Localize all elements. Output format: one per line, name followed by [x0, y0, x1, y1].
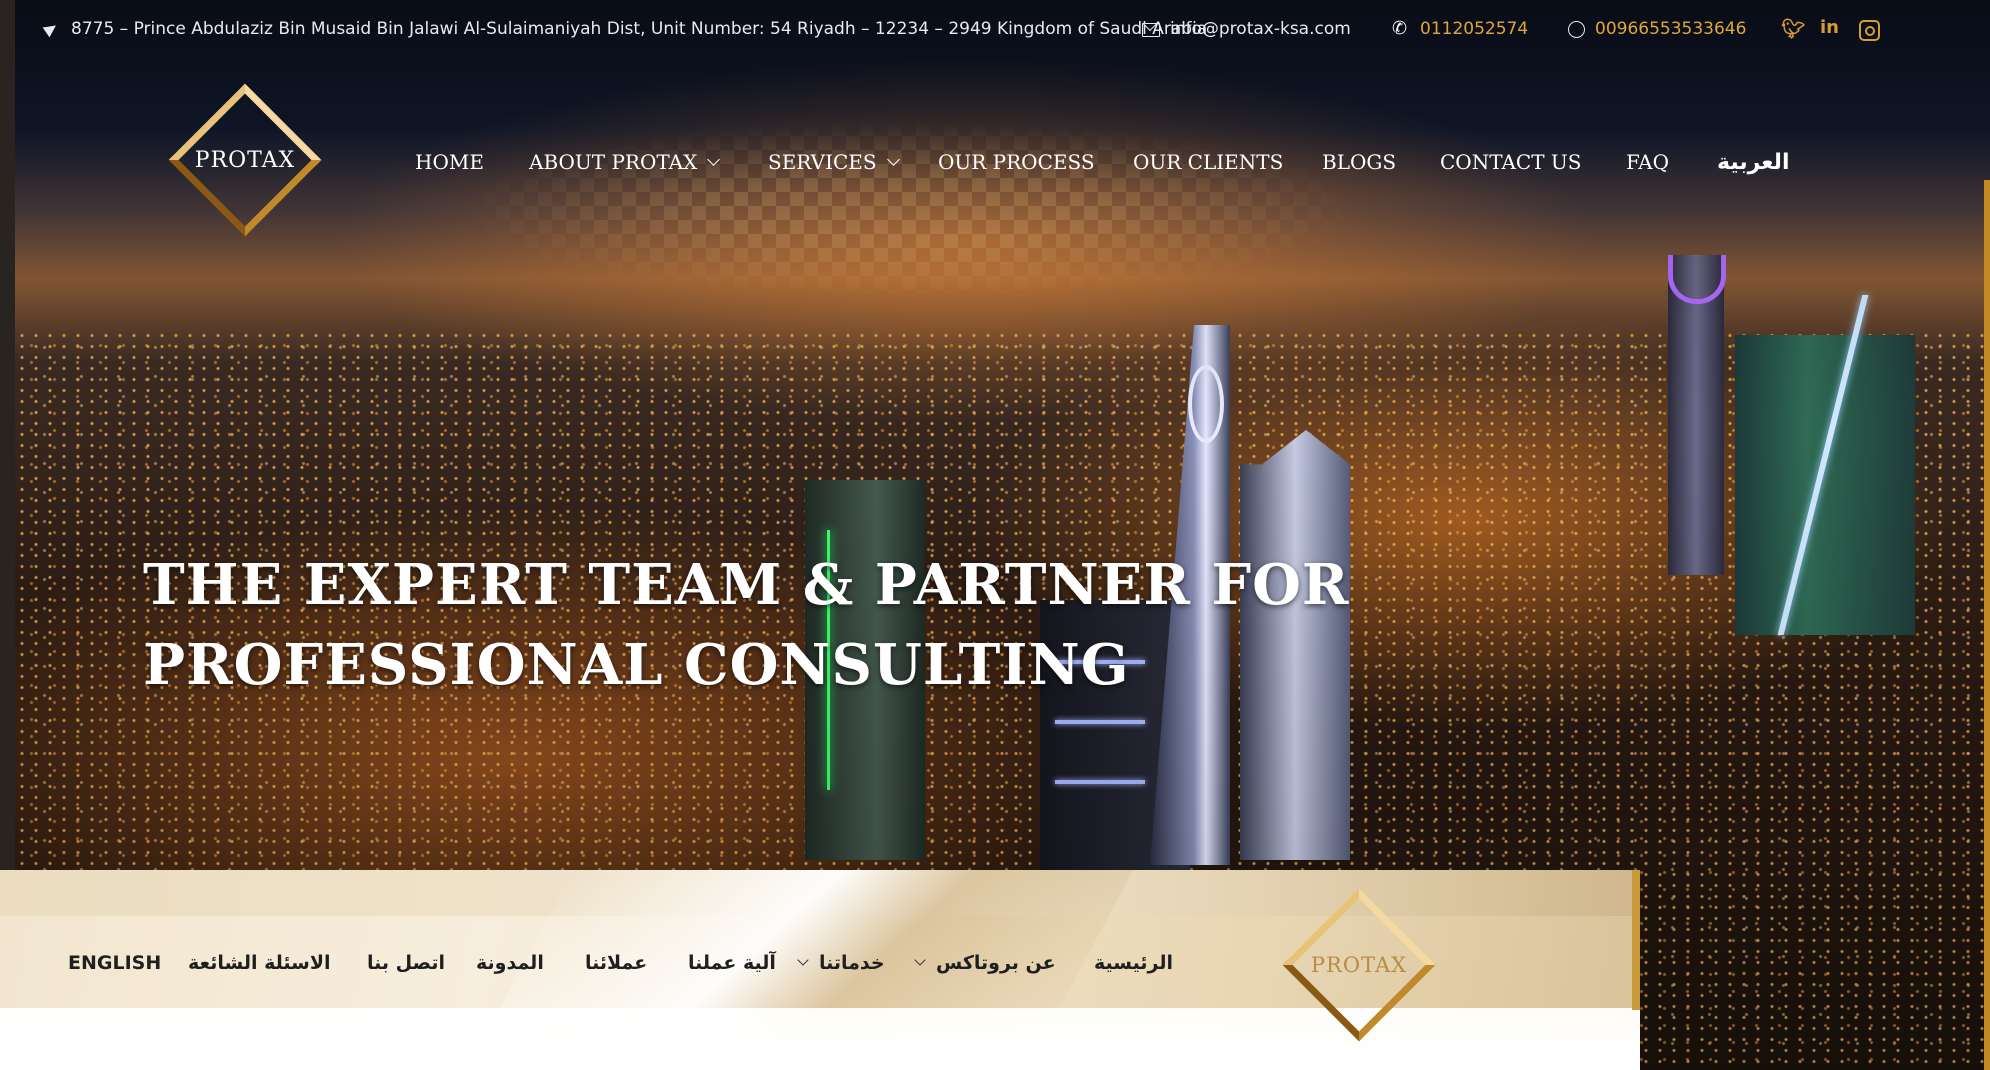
chevron-down-icon	[914, 954, 926, 966]
address-item: 8775 – Prince Abdulaziz Bin Musaid Bin J…	[43, 19, 1207, 39]
main-nav: HOME ABOUT PROTAX SERVICES OUR PROCESS O…	[0, 150, 1990, 180]
nav-process[interactable]: OUR PROCESS	[938, 150, 1095, 174]
nav-services-label: SERVICES	[768, 150, 877, 174]
strip-nav-services[interactable]: خدماتنا	[797, 952, 885, 974]
phone-link[interactable]: 0112052574	[1420, 19, 1528, 39]
chevron-down-icon	[797, 954, 809, 966]
nav-services[interactable]: SERVICES	[768, 150, 900, 174]
strip-nav-english[interactable]: ENGLISH	[68, 952, 161, 974]
nav-home[interactable]: HOME	[415, 150, 484, 174]
email-link[interactable]: info@protax-ksa.com	[1170, 19, 1351, 39]
nav-about[interactable]: ABOUT PROTAX	[529, 150, 721, 174]
protax-logo-sticky[interactable]: PROTAX	[1282, 888, 1436, 1042]
hero-headline: THE EXPERT TEAM & PARTNER FOR PROFESSION…	[143, 545, 1349, 705]
chevron-down-icon	[707, 152, 721, 166]
location-icon	[43, 20, 61, 38]
whatsapp-icon	[1568, 20, 1585, 38]
strip-nav-process[interactable]: آلية عملنا	[688, 952, 776, 974]
strip-nav-contact[interactable]: اتصل بنا	[367, 952, 445, 974]
nav-clients[interactable]: OUR CLIENTS	[1133, 150, 1283, 174]
phone-icon: ✆	[1392, 18, 1408, 39]
strip-nav-about-label: عن بروتاكس	[936, 952, 1056, 974]
linkedin-icon[interactable]: in	[1820, 17, 1839, 38]
strip-nav-services-label: خدماتنا	[819, 952, 885, 974]
strip-nav-home[interactable]: الرئيسية	[1094, 952, 1173, 974]
hero-line-1: THE EXPERT TEAM & PARTNER FOR	[143, 552, 1350, 618]
nav-faq[interactable]: FAQ	[1626, 150, 1669, 174]
logo-text: PROTAX	[1310, 953, 1408, 977]
scrollbar[interactable]	[1984, 180, 1990, 1070]
whatsapp-item[interactable]: 00966553533646	[1568, 19, 1746, 39]
address-text: 8775 – Prince Abdulaziz Bin Musaid Bin J…	[71, 19, 1208, 39]
chevron-down-icon	[886, 152, 900, 166]
twitter-icon[interactable]: 🐦︎	[1781, 17, 1805, 40]
strip-nav-clients[interactable]: عملائنا	[585, 952, 647, 974]
top-info-bar: 8775 – Prince Abdulaziz Bin Musaid Bin J…	[0, 0, 1990, 58]
whatsapp-link[interactable]: 00966553533646	[1595, 19, 1746, 39]
nav-about-label: ABOUT PROTAX	[529, 150, 698, 174]
hero-line-2: PROFESSIONAL CONSULTING	[143, 632, 1130, 698]
phone-item[interactable]: ✆ 0112052574	[1392, 19, 1528, 39]
mail-icon	[1142, 23, 1160, 37]
nav-blogs[interactable]: BLOGS	[1322, 150, 1396, 174]
nav-language-arabic[interactable]: العربية	[1717, 150, 1790, 175]
strip-nav-about[interactable]: عن بروتاكس	[914, 952, 1056, 974]
strip-nav-blog[interactable]: المدونة	[476, 952, 544, 974]
strip-nav-faq[interactable]: الاسئلة الشائعة	[188, 952, 331, 974]
nav-contact[interactable]: CONTACT US	[1440, 150, 1581, 174]
email-item[interactable]: info@protax-ksa.com	[1142, 19, 1351, 39]
instagram-icon[interactable]	[1859, 20, 1880, 41]
